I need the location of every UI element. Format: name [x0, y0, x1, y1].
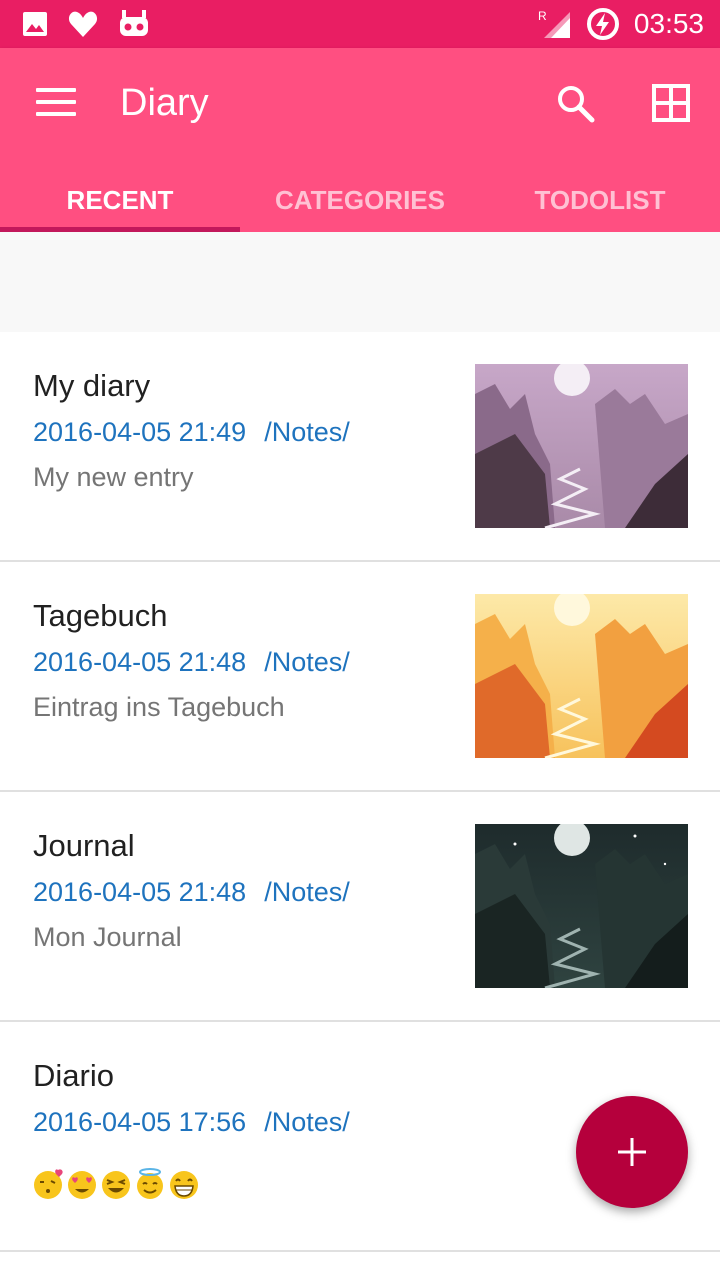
- entry-meta: 2016-04-05 17:56/Notes/: [33, 1107, 350, 1138]
- entry-path: /Notes/: [264, 417, 350, 447]
- list-item[interactable]: Tagebuch 2016-04-05 21:48/Notes/ Eintrag…: [0, 562, 720, 792]
- app-bar: Diary RECENT CATEGORIES TODOLIST: [0, 48, 720, 232]
- list-item[interactable]: My diary 2016-04-05 21:49/Notes/ My new …: [0, 332, 720, 562]
- entry-path: /Notes/: [264, 877, 350, 907]
- entry-date: 2016-04-05 21:48: [33, 877, 247, 907]
- entry-date: 2016-04-05 17:56: [33, 1107, 247, 1137]
- heart-icon: [68, 11, 98, 38]
- entry-description: My new entry: [33, 462, 194, 492]
- list-header-spacer: [0, 232, 720, 332]
- entry-path: /Notes/: [264, 647, 350, 677]
- grid-view-icon[interactable]: [652, 84, 690, 122]
- orange-canyon-image: [475, 594, 688, 758]
- tab-todolist[interactable]: TODOLIST: [480, 168, 720, 232]
- plus-icon: [618, 1138, 646, 1166]
- entry-date: 2016-04-05 21:48: [33, 647, 247, 677]
- laughing-emoji: [102, 1171, 130, 1199]
- robot-icon: [120, 10, 148, 36]
- entry-meta: 2016-04-05 21:48/Notes/: [33, 877, 350, 908]
- entry-date: 2016-04-05 21:49: [33, 417, 247, 447]
- purple-canyon-image: [475, 364, 688, 528]
- entry-title: Tagebuch: [33, 598, 168, 633]
- entry-description: Eintrag ins Tagebuch: [33, 692, 285, 722]
- kiss-emoji: [34, 1169, 63, 1199]
- status-time: 03:53: [633, 8, 704, 39]
- page-title: Diary: [120, 82, 209, 124]
- entry-title: Diario: [33, 1058, 114, 1093]
- entry-emoji-row: [32, 1168, 200, 1200]
- hamburger-menu-icon[interactable]: [36, 88, 76, 120]
- entry-title: My diary: [33, 368, 151, 403]
- tab-recent[interactable]: RECENT: [0, 168, 240, 232]
- dark-night-canyon-image: [475, 824, 688, 988]
- list-item[interactable]: Journal 2016-04-05 21:48/Notes/ Mon Jour…: [0, 792, 720, 1022]
- add-entry-button[interactable]: [576, 1096, 688, 1208]
- search-icon[interactable]: [554, 82, 598, 126]
- entry-meta: 2016-04-05 21:49/Notes/: [33, 417, 350, 448]
- entry-meta: 2016-04-05 21:48/Notes/: [33, 647, 350, 678]
- roaming-label: R: [538, 9, 547, 23]
- battery-charging-icon: [586, 8, 619, 40]
- tab-categories[interactable]: CATEGORIES: [240, 168, 480, 232]
- entry-description: Mon Journal: [33, 922, 182, 952]
- angel-emoji: [137, 1168, 163, 1199]
- status-bar: R 03:53: [0, 0, 720, 48]
- grinning-emoji: [170, 1171, 198, 1199]
- signal-roaming-icon: R: [538, 9, 570, 38]
- entry-title: Journal: [33, 828, 135, 863]
- entry-path: /Notes/: [264, 1107, 350, 1137]
- tab-bar: RECENT CATEGORIES TODOLIST: [0, 168, 720, 232]
- heart-eyes-emoji: [68, 1171, 96, 1199]
- image-icon: [23, 12, 47, 36]
